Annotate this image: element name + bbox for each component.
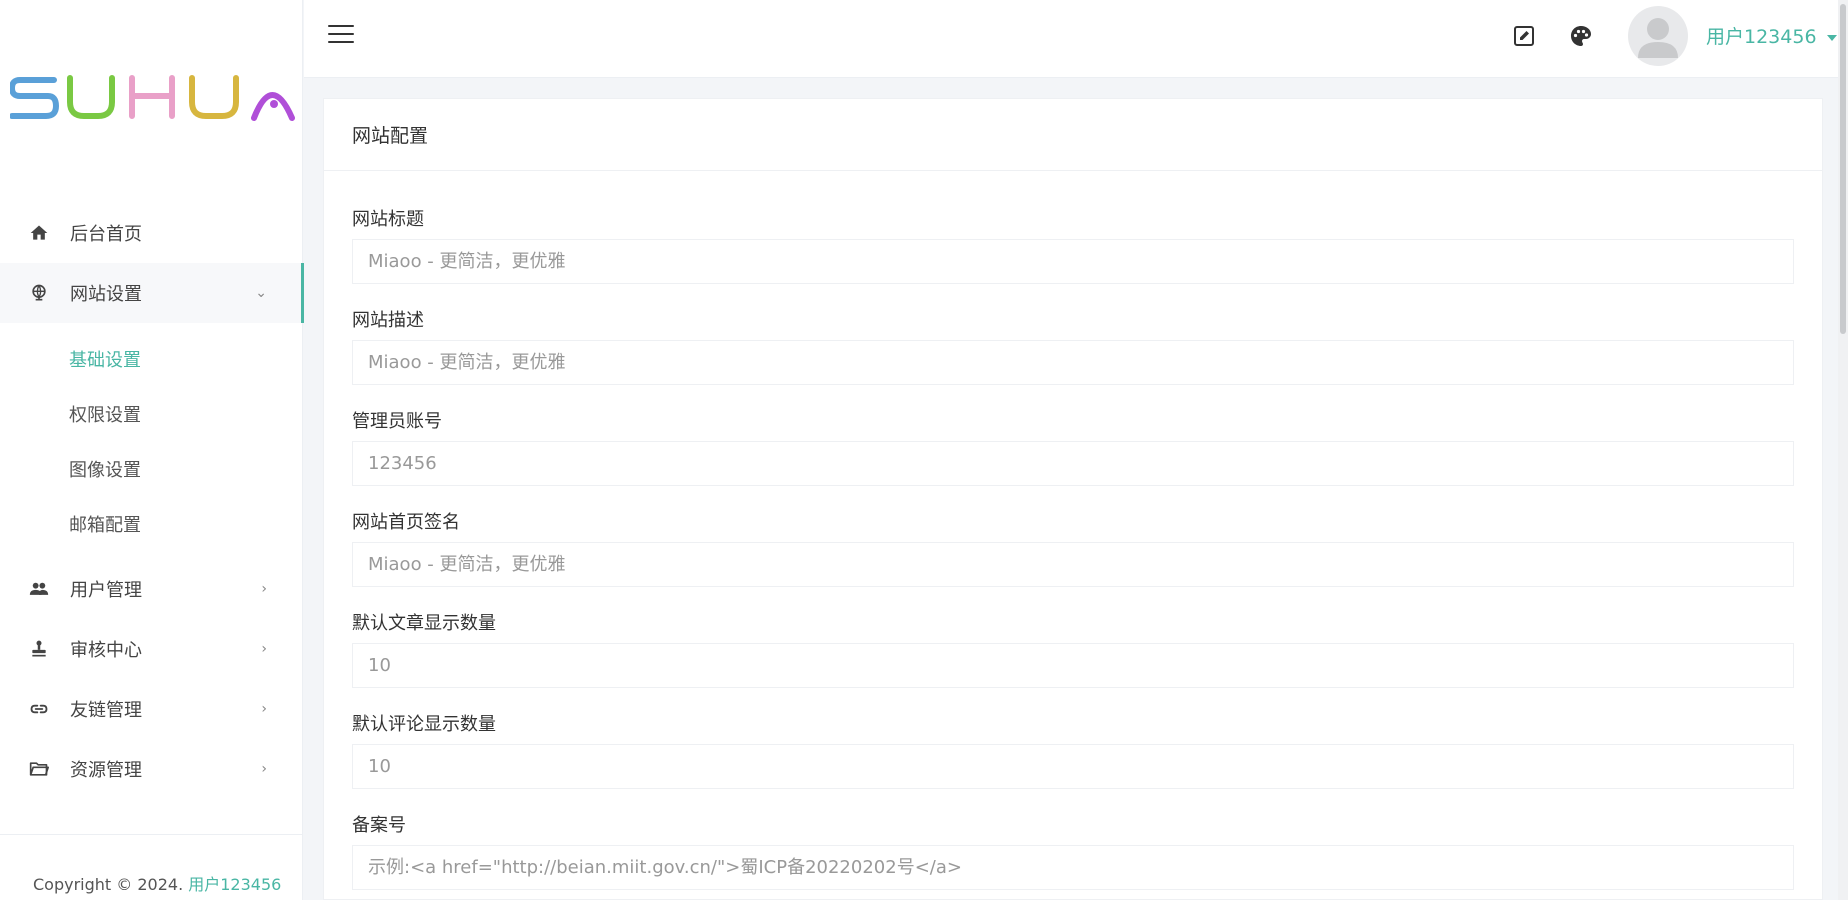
sidebar-item-links[interactable]: 友链管理 › bbox=[0, 679, 303, 739]
home-signature-input[interactable] bbox=[352, 542, 1794, 587]
sidebar: 后台首页 网站设置 ⌄ 基础设置 权限设置 图像设置 邮箱配置 用户管理 › 审… bbox=[0, 0, 304, 900]
avatar[interactable] bbox=[1628, 6, 1688, 66]
chevron-right-icon: › bbox=[261, 701, 267, 717]
field-label: 网站标题 bbox=[352, 209, 424, 230]
chevron-right-icon: › bbox=[261, 581, 267, 597]
site-config-form: 网站标题 网站描述 管理员账号 网站首页签名 默认文章显示数量 默认评论显示数量… bbox=[324, 171, 1822, 890]
caret-down-icon bbox=[1826, 34, 1837, 41]
page-scrollbar[interactable] bbox=[1838, 0, 1848, 900]
sidebar-subitem-permissions[interactable]: 权限设置 bbox=[0, 386, 303, 441]
field-home-signature: 网站首页签名 bbox=[352, 508, 1794, 587]
sidebar-item-label: 用户管理 bbox=[70, 580, 142, 601]
comment-count-input[interactable] bbox=[352, 744, 1794, 789]
field-label: 网站首页签名 bbox=[352, 512, 460, 533]
field-admin-account: 管理员账号 bbox=[352, 407, 1794, 486]
folder-icon bbox=[28, 758, 50, 780]
sidebar-item-label: 后台首页 bbox=[70, 224, 142, 245]
edit-icon[interactable] bbox=[1511, 23, 1537, 49]
scrollbar-thumb[interactable] bbox=[1840, 4, 1846, 334]
sidebar-subitem-image[interactable]: 图像设置 bbox=[0, 441, 303, 496]
sidebar-submenu-site-settings: 基础设置 权限设置 图像设置 邮箱配置 bbox=[0, 323, 303, 559]
sidebar-menu: 后台首页 网站设置 ⌄ 基础设置 权限设置 图像设置 邮箱配置 用户管理 › 审… bbox=[0, 203, 304, 799]
site-description-input[interactable] bbox=[352, 340, 1794, 385]
icp-number-input[interactable] bbox=[352, 845, 1794, 890]
sidebar-subitem-basic[interactable]: 基础设置 bbox=[0, 331, 303, 386]
people-icon bbox=[28, 578, 50, 600]
field-article-count: 默认文章显示数量 bbox=[352, 609, 1794, 688]
field-label: 默认文章显示数量 bbox=[352, 613, 496, 634]
sidebar-item-home[interactable]: 后台首页 bbox=[0, 203, 303, 263]
home-icon bbox=[28, 222, 50, 244]
sidebar-item-review[interactable]: 审核中心 › bbox=[0, 619, 303, 679]
sidebar-item-label: 网站设置 bbox=[70, 284, 142, 305]
field-site-description: 网站描述 bbox=[352, 306, 1794, 385]
admin-account-input[interactable] bbox=[352, 441, 1794, 486]
globe-icon bbox=[28, 282, 50, 304]
footer-user-link[interactable]: 用户123456 bbox=[188, 875, 281, 894]
sidebar-item-users[interactable]: 用户管理 › bbox=[0, 559, 303, 619]
topbar: 用户123456 bbox=[304, 0, 1848, 78]
link-icon bbox=[28, 698, 50, 720]
user-menu-dropdown[interactable]: 用户123456 bbox=[1706, 22, 1837, 49]
article-count-input[interactable] bbox=[352, 643, 1794, 688]
username-label: 用户123456 bbox=[1706, 26, 1817, 48]
chevron-down-icon: ⌄ bbox=[255, 285, 267, 301]
sidebar-item-label: 资源管理 bbox=[70, 760, 142, 781]
field-label: 默认评论显示数量 bbox=[352, 714, 496, 735]
sidebar-item-label: 友链管理 bbox=[70, 700, 142, 721]
field-label: 管理员账号 bbox=[352, 411, 442, 432]
sidebar-subitem-email[interactable]: 邮箱配置 bbox=[0, 496, 303, 551]
sidebar-footer: Copyright © 2024. 用户123456 bbox=[0, 834, 303, 895]
field-comment-count: 默认评论显示数量 bbox=[352, 710, 1794, 789]
field-icp-number: 备案号 bbox=[352, 811, 1794, 890]
chevron-right-icon: › bbox=[261, 761, 267, 777]
chevron-right-icon: › bbox=[261, 641, 267, 657]
site-title-input[interactable] bbox=[352, 239, 1794, 284]
sidebar-item-resources[interactable]: 资源管理 › bbox=[0, 739, 303, 799]
sidebar-item-site-settings[interactable]: 网站设置 ⌄ bbox=[0, 263, 304, 323]
field-label: 备案号 bbox=[352, 815, 406, 836]
field-site-title: 网站标题 bbox=[352, 205, 1794, 284]
site-config-card: 网站配置 网站标题 网站描述 管理员账号 网站首页签名 默认文章显示数量 默认评… bbox=[323, 98, 1823, 900]
menu-toggle-icon[interactable] bbox=[328, 25, 354, 45]
stamp-icon bbox=[28, 638, 50, 660]
palette-icon[interactable] bbox=[1568, 23, 1594, 49]
copyright-text: Copyright © 2024. bbox=[33, 875, 189, 894]
sidebar-item-label: 审核中心 bbox=[70, 640, 142, 661]
suhua-logo[interactable] bbox=[10, 74, 298, 124]
field-label: 网站描述 bbox=[352, 310, 424, 331]
card-title: 网站配置 bbox=[324, 99, 1822, 171]
